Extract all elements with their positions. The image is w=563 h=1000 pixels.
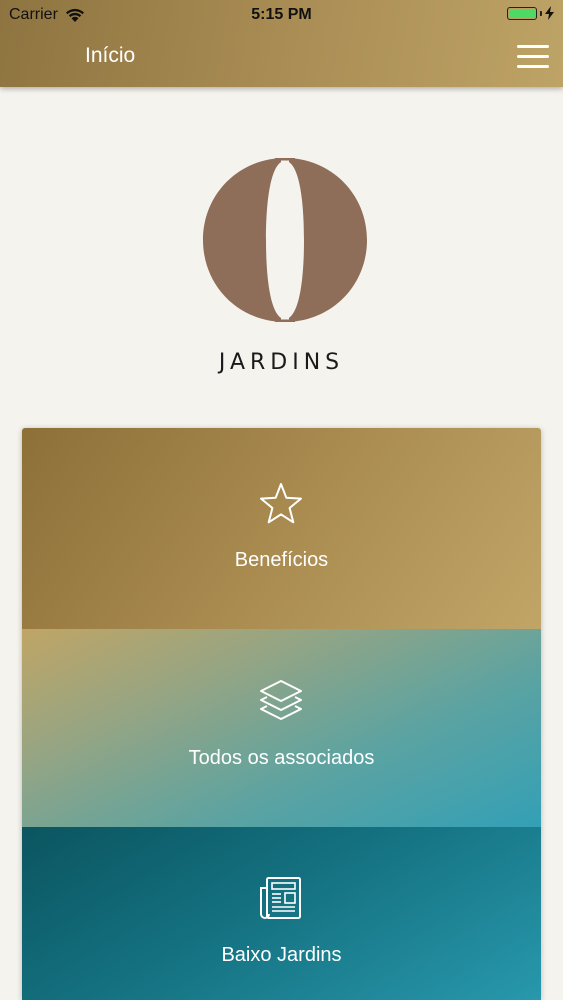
baixo-jardins-label: Baixo Jardins xyxy=(221,944,342,966)
menu-cards: Benefícios Todos os associados Baixo Jar… xyxy=(22,428,541,1000)
navigation-header: Carrier 5:15 PM Início xyxy=(0,0,563,87)
battery-icon xyxy=(507,6,554,20)
all-associates-card[interactable]: Todos os associados xyxy=(22,629,541,827)
benefits-label: Benefícios xyxy=(234,549,329,571)
star-icon xyxy=(260,483,302,524)
status-bar: Carrier 5:15 PM xyxy=(0,0,563,30)
brand-logo-area: JARDINS xyxy=(0,150,563,390)
benefits-card[interactable]: Benefícios xyxy=(22,428,541,629)
brand-logo xyxy=(203,157,367,323)
page-title: Início xyxy=(85,44,136,67)
baixo-jardins-card[interactable]: Baixo Jardins xyxy=(22,827,541,1000)
hamburger-menu-icon[interactable] xyxy=(517,45,549,69)
newspaper-icon xyxy=(260,877,301,919)
battery-fill xyxy=(509,8,535,18)
status-time: 5:15 PM xyxy=(251,6,312,23)
brand-name: JARDINS xyxy=(218,350,345,375)
layers-icon xyxy=(260,680,302,720)
charging-bolt-icon xyxy=(545,6,554,20)
all-associates-label: Todos os associados xyxy=(188,747,375,769)
